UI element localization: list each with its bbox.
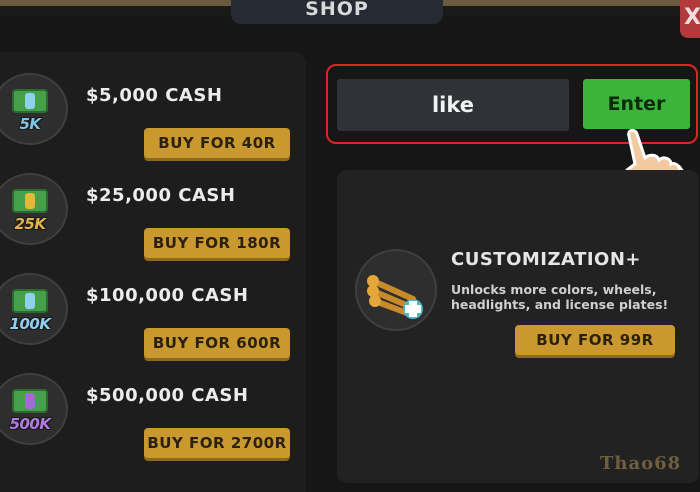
money-icon xyxy=(12,389,48,413)
cash-bill-icon: 100K xyxy=(0,273,68,345)
money-icon xyxy=(12,189,48,213)
cash-bill-icon: 5K xyxy=(0,73,68,145)
cash-bill-icon: 25K xyxy=(0,173,68,245)
cash-item-title: $25,000 CASH xyxy=(86,185,236,206)
money-icon xyxy=(12,89,48,113)
close-icon: X xyxy=(684,5,700,30)
buy-customization-button[interactable]: BUY FOR 99R xyxy=(515,325,675,355)
code-input[interactable] xyxy=(337,79,569,131)
cash-amount-badge: 5K xyxy=(19,115,41,133)
cash-item-title: $5,000 CASH xyxy=(86,85,223,106)
cash-item-5k: 5K $5,000 CASH BUY FOR 40R xyxy=(0,73,306,165)
cash-item-title: $100,000 CASH xyxy=(86,285,249,306)
cash-amount-badge: 100K xyxy=(9,315,51,333)
customization-title: CUSTOMIZATION+ xyxy=(451,249,641,270)
cash-amount-badge: 500K xyxy=(9,415,51,433)
cash-item-100k: 100K $100,000 CASH BUY FOR 600R xyxy=(0,273,306,365)
cash-amount-badge: 25K xyxy=(14,215,47,233)
customization-description: Unlocks more colors, wheels, headlights,… xyxy=(451,282,669,312)
buy-500k-button[interactable]: BUY FOR 2700R xyxy=(144,428,290,458)
buy-100k-button[interactable]: BUY FOR 600R xyxy=(144,328,290,358)
enter-button[interactable]: Enter xyxy=(583,79,690,129)
cash-item-25k: 25K $25,000 CASH BUY FOR 180R xyxy=(0,173,306,265)
wrench-icon xyxy=(355,249,437,331)
shop-tab[interactable]: SHOP xyxy=(231,0,443,24)
close-button[interactable]: X xyxy=(680,0,700,38)
cash-bill-icon: 500K xyxy=(0,373,68,445)
cash-item-500k: 500K $500,000 CASH BUY FOR 2700R xyxy=(0,373,306,465)
money-icon xyxy=(12,289,48,313)
watermark: Thao68 xyxy=(600,453,682,474)
buy-5k-button[interactable]: BUY FOR 40R xyxy=(144,128,290,158)
buy-25k-button[interactable]: BUY FOR 180R xyxy=(144,228,290,258)
cash-item-title: $500,000 CASH xyxy=(86,385,249,406)
